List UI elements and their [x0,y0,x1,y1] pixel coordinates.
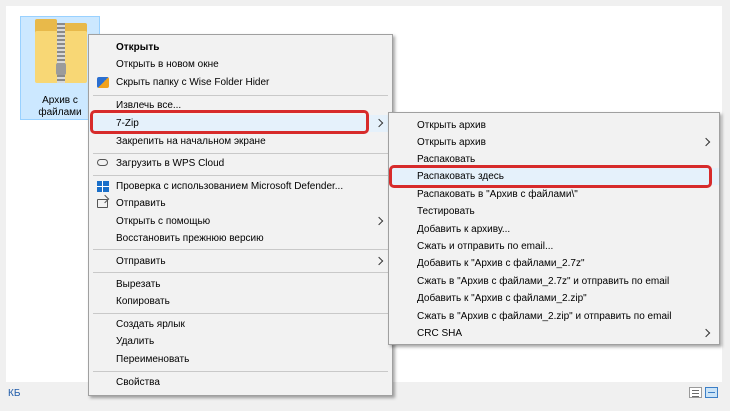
submenu-item-compress-email[interactable]: Сжать и отправить по email... [389,238,719,255]
menu-item-copy[interactable]: Копировать [89,293,392,310]
menu-separator [93,371,388,372]
menu-item-label: Отправить [116,256,166,267]
menu-separator [93,175,388,176]
submenu-item-add-zip[interactable]: Добавить к "Архив с файлами_2.zip" [389,290,719,307]
wise-folder-hider-icon [97,77,109,88]
menu-separator [93,313,388,314]
menu-item-create-shortcut[interactable]: Создать ярлык [89,316,392,333]
menu-item-label: CRC SHA [417,328,463,339]
chevron-right-icon [701,137,711,147]
submenu-item-test[interactable]: Тестировать [389,203,719,220]
chevron-right-icon [374,256,384,266]
highlight-extract-here-box [389,165,712,188]
menu-item-open-with[interactable]: Открыть с помощью [89,213,392,230]
cloud-icon [97,159,108,166]
menu-separator [93,249,388,250]
menu-item-pin-start[interactable]: Закрепить на начальном экране [89,133,392,150]
menu-item-label: Отправить [116,198,166,209]
submenu-item-compress-zip-email[interactable]: Сжать в "Архив с файлами_2.zip" и отправ… [389,308,719,325]
share-icon [97,199,108,208]
menu-item-label: Открыть архив [417,137,486,148]
menu-item-open-new-window[interactable]: Открыть в новом окне [89,56,392,73]
chevron-right-icon [374,118,384,128]
menu-item-cut[interactable]: Вырезать [89,276,392,293]
chevron-right-icon [701,328,711,338]
menu-item-wise-folder-hider[interactable]: Скрыть папку с Wise Folder Hider [89,74,392,91]
menu-item-restore-previous[interactable]: Восстановить прежнюю версию [89,230,392,247]
menu-item-label: Скрыть папку с Wise Folder Hider [116,77,270,88]
submenu-item-extract-to-folder[interactable]: Распаковать в "Архив с файлами\" [389,186,719,203]
menu-item-label: Загрузить в WPS Cloud [116,158,225,169]
menu-item-defender-scan[interactable]: Проверка с использованием Microsoft Defe… [89,178,392,195]
menu-item-open[interactable]: Открыть [89,39,392,56]
status-size-text: КБ [8,388,21,399]
large-icons-view-icon[interactable] [705,387,718,398]
highlight-7zip-box [90,110,369,134]
submenu-item-add-to-archive[interactable]: Добавить к архиву... [389,221,719,238]
submenu-item-open-archive-more[interactable]: Открыть архив [389,134,719,151]
menu-item-label: Проверка с использованием Microsoft Defe… [116,181,344,192]
context-menu: Открыть Открыть в новом окне Скрыть папк… [88,34,393,396]
menu-item-label: Открыть с помощью [116,216,211,227]
defender-icon [97,181,109,192]
menu-item-delete[interactable]: Удалить [89,333,392,350]
menu-separator [93,95,388,96]
details-view-icon[interactable] [689,387,702,398]
menu-separator [93,153,388,154]
menu-item-rename[interactable]: Переименовать [89,351,392,368]
submenu-item-open-archive[interactable]: Открыть архив [389,117,719,134]
submenu-item-compress-7z-email[interactable]: Сжать в "Архив с файлами_2.7z" и отправи… [389,273,719,290]
zipper-pull-icon [56,63,66,75]
menu-item-share[interactable]: Отправить [89,195,392,212]
menu-item-wps-cloud[interactable]: Загрузить в WPS Cloud [89,155,392,172]
zip-submenu: Открыть архив Открыть архив Распаковать … [388,112,720,345]
submenu-item-add-7z[interactable]: Добавить к "Архив с файлами_2.7z" [389,255,719,272]
chevron-right-icon [374,216,384,226]
submenu-item-crc-sha[interactable]: CRC SHA [389,325,719,342]
menu-separator [93,272,388,273]
menu-item-send-to[interactable]: Отправить [89,253,392,270]
menu-item-properties[interactable]: Свойства [89,374,392,391]
